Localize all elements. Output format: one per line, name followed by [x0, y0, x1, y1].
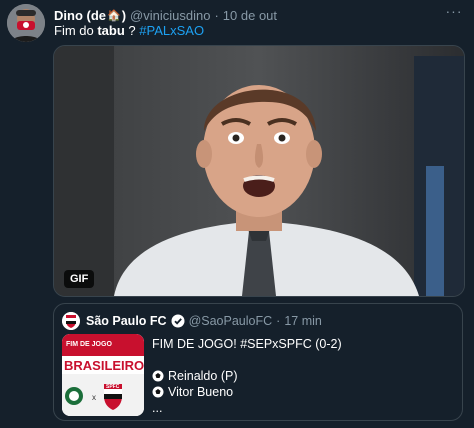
quoted-avatar[interactable] [62, 312, 80, 330]
quoted-ellipsis: ... [152, 401, 163, 415]
soccer-ball-icon [152, 386, 164, 398]
gif-media[interactable]: GIF [53, 45, 465, 297]
header-separator: · [214, 7, 219, 23]
quoted-name[interactable]: São Paulo FC [86, 314, 167, 328]
gif-badge: GIF [64, 270, 95, 288]
more-options-icon[interactable]: ··· [444, 4, 464, 21]
thumb-banner-text: BRASILEIRO [64, 358, 144, 373]
author-avatar[interactable] [7, 4, 45, 42]
gif-image [54, 46, 464, 296]
quoted-line1: FIM DE JOGO! #SEPxSPFC (0-2) [152, 337, 342, 351]
author-name-close: ) [121, 7, 127, 23]
quoted-header: São Paulo FC @SaoPauloFC · 17 min [86, 314, 322, 328]
tweet-text-start: Fim do [54, 23, 98, 38]
verified-icon [171, 314, 185, 328]
goal-line-1: Reinaldo (P) [152, 368, 342, 384]
thumb-small-text: FIM DE JOGO [66, 341, 112, 348]
author-handle[interactable]: @viniciusdino [130, 8, 210, 23]
quoted-body: FIM DE JOGO! #SEPxSPFC (0-2) Reinaldo (P… [152, 336, 342, 416]
goal-scorer-1: Reinaldo (P) [168, 369, 238, 383]
tweet-text-mid: ? [124, 23, 140, 38]
quoted-tweet[interactable]: São Paulo FC @SaoPauloFC · 17 min FIM DE… [53, 303, 463, 421]
tweet-header: Dino (de 🏠 ) @viniciusdino · 10 de out [54, 6, 444, 24]
hashtag-link[interactable]: #PALxSAO [139, 23, 204, 38]
tweet-text-bold: tabu [97, 23, 125, 38]
quoted-thumbnail[interactable]: FIM DE JOGO BRASILEIRO x SPFC [62, 334, 144, 416]
thumb-vs-text: x [92, 393, 96, 402]
thumb-team-text: SPFC [106, 384, 120, 390]
soccer-ball-icon [152, 370, 164, 382]
quoted-handle[interactable]: @SaoPauloFC [189, 314, 273, 328]
goal-scorer-2: Vitor Bueno [168, 385, 234, 399]
house-icon: 🏠 [107, 9, 121, 22]
tweet-text: Fim do tabu ? #PALxSAO [54, 23, 204, 38]
tweet-date[interactable]: 10 de out [223, 8, 277, 23]
quoted-time[interactable]: 17 min [284, 314, 322, 328]
quoted-separator: · [276, 314, 281, 328]
goal-line-2: Vitor Bueno [152, 384, 342, 400]
author-name[interactable]: Dino (de [54, 8, 106, 23]
